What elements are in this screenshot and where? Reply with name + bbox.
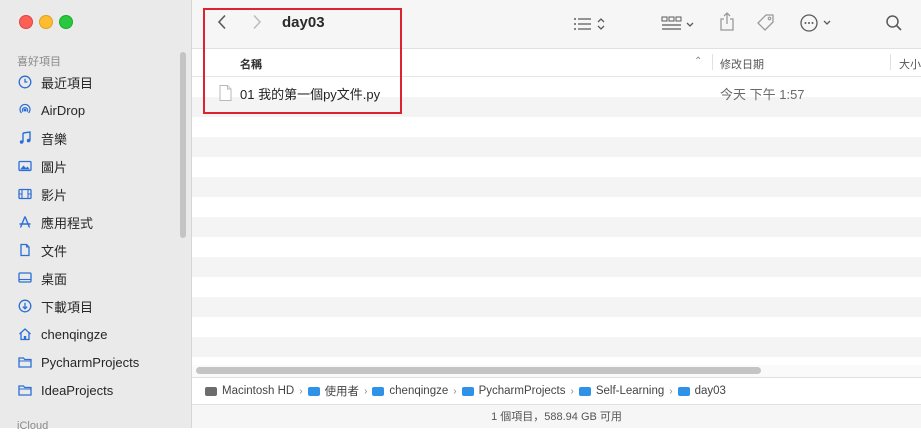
sidebar-item-label: 圖片 — [41, 159, 68, 175]
folder-icon — [307, 386, 320, 396]
file-list — [192, 77, 921, 365]
path-item-users[interactable]: 使用者 — [307, 383, 359, 399]
path-item-day03[interactable]: day03 — [677, 385, 726, 397]
sidebar: 喜好項目 最近項目 AirDrop 音樂 圖片 影片 應用程式 文件 桌面 下載… — [0, 0, 192, 432]
document-icon — [17, 242, 33, 258]
film-icon — [17, 186, 33, 202]
sidebar-item-label: 應用程式 — [41, 215, 94, 231]
path-item-self-learning[interactable]: Self-Learning — [578, 385, 664, 397]
folder-icon — [578, 386, 591, 396]
sidebar-item-label: 影片 — [41, 187, 68, 203]
sidebar-item-pycharmprojects[interactable]: PycharmProjects — [17, 351, 139, 373]
file-date: 今天 下午 1:57 — [720, 86, 805, 102]
path-item-macintosh-hd[interactable]: Macintosh HD — [205, 385, 294, 397]
chevron-right-icon: › — [453, 385, 457, 397]
sidebar-item-pictures[interactable]: 圖片 — [17, 155, 67, 177]
tag-icon — [757, 14, 774, 31]
sidebar-item-label: 下載項目 — [41, 299, 94, 315]
folder-icon — [461, 386, 474, 396]
sidebar-item-movies[interactable]: 影片 — [17, 183, 67, 205]
photo-icon — [17, 158, 33, 174]
path-item-pycharmprojects[interactable]: PycharmProjects — [461, 385, 566, 397]
chevron-right-icon: › — [570, 385, 574, 397]
sidebar-item-label: PycharmProjects — [41, 354, 140, 370]
sidebar-item-music[interactable]: 音樂 — [17, 127, 67, 149]
grid-group-icon — [661, 16, 694, 30]
home-folder-icon — [372, 386, 385, 396]
share-button[interactable] — [716, 10, 738, 34]
sidebar-item-label: IdeaProjects — [41, 382, 114, 398]
list-view-icon — [574, 18, 605, 30]
path-item-home[interactable]: chenqingze — [372, 385, 448, 397]
clock-icon — [17, 74, 33, 90]
close-window-button[interactable] — [19, 15, 33, 29]
horizontal-scrollbar[interactable] — [196, 367, 761, 374]
chevron-right-icon: › — [669, 385, 673, 397]
search-icon — [886, 15, 902, 31]
sidebar-item-label: 桌面 — [41, 271, 68, 287]
folder-icon — [677, 386, 690, 396]
column-divider[interactable] — [890, 54, 891, 70]
sidebar-item-documents[interactable]: 文件 — [17, 239, 67, 261]
column-date-header[interactable]: 修改日期 — [720, 56, 764, 72]
search-button[interactable] — [883, 12, 905, 34]
apps-icon — [17, 214, 33, 230]
group-button[interactable] — [660, 13, 700, 35]
column-size-header[interactable]: 大小 — [899, 56, 921, 72]
sidebar-item-label: 最近項目 — [41, 75, 94, 91]
icloud-section-title: iCloud — [17, 420, 49, 432]
sort-chevron-up-icon: ⌃ — [694, 56, 703, 67]
sidebar-item-airdrop[interactable]: AirDrop — [17, 99, 85, 121]
path-bar: Macintosh HD › 使用者 › chenqingze › Pychar… — [192, 377, 921, 404]
sidebar-item-ideaprojects[interactable]: IdeaProjects — [17, 379, 113, 401]
chevron-right-icon: › — [299, 385, 303, 397]
sidebar-scrollbar[interactable] — [180, 52, 186, 238]
chevron-right-icon: › — [364, 385, 368, 397]
sidebar-item-recents[interactable]: 最近項目 — [17, 71, 93, 93]
sidebar-item-home[interactable]: chenqingze — [17, 323, 108, 345]
view-options-button[interactable] — [572, 14, 612, 34]
sidebar-item-applications[interactable]: 應用程式 — [17, 211, 93, 233]
sidebar-item-label: 文件 — [41, 243, 68, 259]
sidebar-item-label: AirDrop — [41, 102, 86, 118]
share-icon — [720, 12, 734, 31]
highlight-annotation — [203, 8, 402, 114]
tag-button[interactable] — [754, 11, 778, 35]
folder-icon — [17, 354, 33, 370]
sidebar-item-label: 音樂 — [41, 131, 68, 147]
zoom-window-button[interactable] — [59, 15, 73, 29]
folder-icon — [17, 382, 33, 398]
music-icon — [17, 130, 33, 146]
sidebar-item-desktop[interactable]: 桌面 — [17, 267, 67, 289]
sidebar-item-label: chenqingze — [41, 326, 108, 342]
desktop-icon — [17, 270, 33, 286]
airdrop-icon — [17, 102, 33, 118]
minimize-window-button[interactable] — [39, 15, 53, 29]
home-icon — [17, 326, 33, 342]
column-divider[interactable] — [712, 54, 713, 70]
status-bar: 1 個項目，588.94 GB 可用 — [192, 404, 921, 428]
hard-drive-icon — [205, 386, 217, 396]
sidebar-item-downloads[interactable]: 下載項目 — [17, 295, 93, 317]
more-actions-button[interactable] — [798, 12, 836, 34]
ellipsis-circle-icon — [800, 14, 831, 32]
favorites-section-title: 喜好項目 — [17, 56, 61, 68]
download-icon — [17, 298, 33, 314]
